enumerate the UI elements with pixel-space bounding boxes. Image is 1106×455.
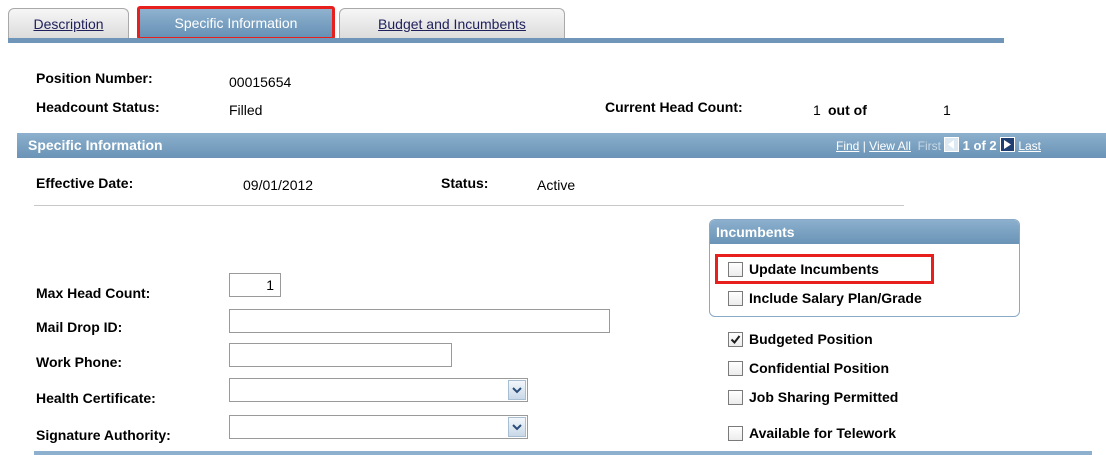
confidential-position-label: Confidential Position <box>749 360 889 376</box>
current-head-count-label: Current Head Count: <box>605 99 743 115</box>
work-phone-input[interactable] <box>229 343 452 367</box>
row-navigation: Find | View All First 1 of 2 Last <box>836 133 1041 159</box>
work-phone-label: Work Phone: <box>36 354 123 370</box>
signature-authority-label: Signature Authority: <box>36 427 171 443</box>
previous-arrow-icon <box>944 137 960 152</box>
position-number-value: 00015654 <box>229 74 292 90</box>
effective-date-label: Effective Date: <box>36 175 134 191</box>
next-arrow-icon[interactable] <box>999 137 1015 152</box>
specific-information-section-bar: Specific Information Find | View All Fir… <box>17 133 1106 158</box>
last-link[interactable]: Last <box>1018 139 1041 153</box>
update-incumbents-checkbox[interactable] <box>728 262 743 277</box>
budgeted-position-label: Budgeted Position <box>749 331 873 347</box>
health-certificate-select[interactable] <box>229 378 528 402</box>
tab-specific-information[interactable]: Specific Information <box>137 6 335 40</box>
tab-description-label: Description <box>33 16 104 32</box>
chevron-down-icon[interactable] <box>508 417 526 437</box>
health-certificate-label: Health Certificate: <box>36 390 156 406</box>
confidential-position-checkbox[interactable] <box>728 361 743 376</box>
status-label: Status: <box>441 175 489 191</box>
tab-description[interactable]: Description <box>8 8 129 38</box>
row-count: 1 of 2 <box>962 138 997 153</box>
divider <box>34 205 904 206</box>
signature-authority-select[interactable] <box>229 415 528 439</box>
tab-budget-and-incumbents[interactable]: Budget and Incumbents <box>339 8 565 38</box>
mail-drop-id-label: Mail Drop ID: <box>36 319 123 335</box>
mail-drop-id-input[interactable] <box>229 309 610 333</box>
status-value: Active <box>537 177 576 193</box>
job-sharing-permitted-checkbox[interactable] <box>728 390 743 405</box>
tab-specific-information-label: Specific Information <box>174 15 298 31</box>
current-head-count-value: 1 <box>813 102 821 118</box>
available-for-telework-checkbox[interactable] <box>728 426 743 441</box>
next-section-bar <box>34 451 1092 455</box>
position-number-label: Position Number: <box>36 70 153 86</box>
update-incumbents-label: Update Incumbents <box>749 261 879 277</box>
budgeted-position-checkbox[interactable] <box>728 332 743 347</box>
out-of-value: 1 <box>943 102 951 118</box>
job-sharing-permitted-label: Job Sharing Permitted <box>749 389 899 405</box>
chevron-down-icon[interactable] <box>508 380 526 400</box>
nav-separator: | <box>862 139 866 153</box>
headcount-status-label: Headcount Status: <box>36 99 160 115</box>
include-salary-plan-label: Include Salary Plan/Grade <box>749 290 922 306</box>
headcount-status-value: Filled <box>229 102 263 118</box>
incumbents-title: Incumbents <box>710 220 1019 244</box>
find-link[interactable]: Find <box>836 139 859 153</box>
section-title: Specific Information <box>28 137 163 153</box>
tab-underline <box>8 38 1004 43</box>
first-link: First <box>917 139 941 153</box>
view-all-link[interactable]: View All <box>869 139 911 153</box>
include-salary-plan-checkbox[interactable] <box>728 291 743 306</box>
effective-date-value: 09/01/2012 <box>243 177 314 193</box>
available-for-telework-label: Available for Telework <box>749 425 897 441</box>
out-of-label: out of <box>828 102 867 118</box>
max-head-count-input[interactable]: 1 <box>229 273 281 297</box>
max-head-count-label: Max Head Count: <box>36 285 151 301</box>
checkmark-icon <box>730 335 741 345</box>
tab-budget-label: Budget and Incumbents <box>378 16 526 32</box>
